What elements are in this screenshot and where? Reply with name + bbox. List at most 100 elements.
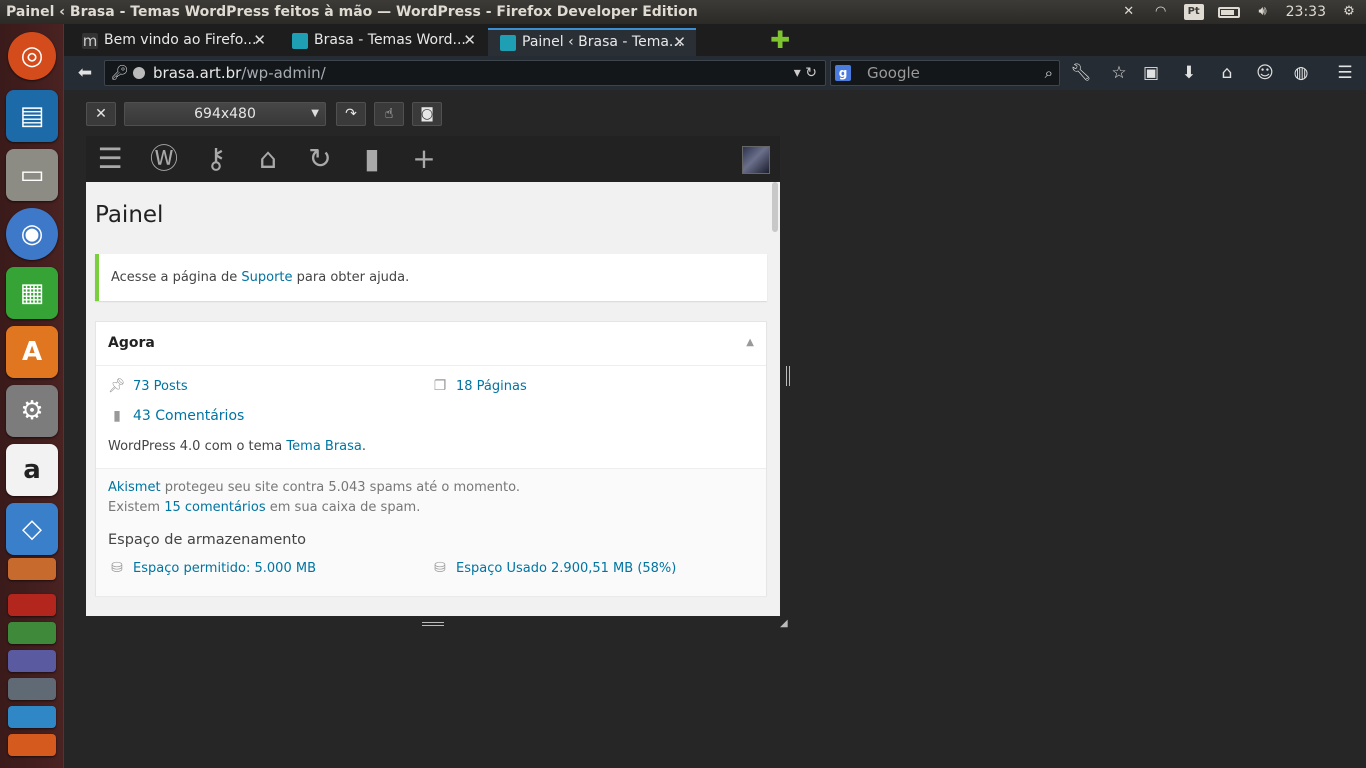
wrench-icon[interactable]: 🔧︎ (1070, 62, 1092, 84)
resize-handle-bottom[interactable] (422, 622, 444, 626)
chromium-icon[interactable]: ◉ (6, 208, 58, 260)
terminal-icon[interactable] (8, 678, 56, 700)
close-responsive-button[interactable]: ✕ (86, 102, 116, 126)
ubuntu-dash-icon[interactable]: ◎ (8, 32, 56, 80)
bookmark-star-icon[interactable]: ☆ (1108, 62, 1130, 84)
gear-icon[interactable]: ⚙ (1340, 4, 1358, 20)
dropbox-icon[interactable]: ◇ (6, 503, 58, 555)
key-icon[interactable]: ⚷ (200, 144, 232, 174)
wordpress-icon[interactable]: Ⓦ (148, 144, 180, 174)
file-manager-icon[interactable]: ▭ (6, 149, 58, 201)
scrollbar[interactable] (772, 182, 778, 232)
pages-icon: ❐ (433, 378, 447, 394)
search-icon[interactable]: ⌕ (1045, 61, 1053, 85)
nav-bar: ⬅ 🔑︎ brasa.art.br/wp-admin/ ▾ ↻ g Google… (64, 56, 1366, 90)
amazon-icon[interactable]: a (6, 444, 58, 496)
keyboard-layout-indicator[interactable]: Pt (1183, 4, 1204, 20)
tab-label: Bem vindo ao Firefo... (104, 32, 257, 48)
wifi-icon[interactable]: ◠ (1152, 4, 1170, 20)
system-settings-icon[interactable]: ⚙ (6, 385, 58, 437)
spam-text: em sua caixa de spam. (265, 500, 421, 515)
google-icon[interactable]: g (835, 65, 851, 81)
launcher: ◎ ▤ ▭ ◉ ▦ A ⚙ a ◇ (0, 24, 64, 768)
url-host: brasa.art.br (153, 64, 242, 82)
tab-label: Brasa - Temas Word... (314, 32, 466, 48)
posts-count-link[interactable]: 📌︎ 73 Posts (108, 378, 188, 394)
volume-icon[interactable]: 🔊︎ (1254, 4, 1272, 20)
theme-link[interactable]: Tema Brasa (286, 439, 361, 454)
filezilla-icon[interactable] (8, 594, 56, 616)
storage-used: Espaço Usado 2.900,51 MB (58%) (456, 561, 677, 576)
responsive-viewport: ☰ Ⓦ ⚷ ⌂ ↻ ▮ + Painel Acesse a página de … (86, 136, 780, 616)
add-new-icon[interactable]: + (408, 144, 440, 174)
size-select[interactable]: 694x480 ▼ (124, 102, 326, 126)
firefox-icon[interactable] (8, 734, 56, 756)
top-panel: Painel ‹ Brasa - Temas WordPress feitos … (0, 0, 1366, 24)
pages-count-link[interactable]: ❐ 18 Páginas (431, 378, 527, 394)
screenshot-button[interactable]: ◙ (412, 102, 442, 126)
posts-count: 73 Posts (133, 379, 188, 394)
resize-handle-corner[interactable]: ◢ (780, 618, 788, 629)
app-icon[interactable] (8, 706, 56, 728)
spam-comments-link[interactable]: 15 comentários (164, 500, 265, 515)
close-icon[interactable]: ✕ (463, 28, 476, 52)
version-text: WordPress 4.0 com o tema (108, 439, 287, 454)
tab-painel[interactable]: Painel ‹ Brasa - Tema... ✕ (488, 28, 696, 56)
wp-admin-bar: ☰ Ⓦ ⚷ ⌂ ↻ ▮ + (86, 136, 780, 182)
search-placeholder: Google (867, 64, 920, 82)
libreoffice-calc-icon[interactable]: ▦ (6, 267, 58, 319)
agora-title: Agora (108, 335, 155, 351)
tab-bem-vindo[interactable]: m Bem vindo ao Firefo... ✕ (70, 28, 276, 56)
resize-handle-right[interactable] (786, 366, 790, 386)
battery-icon[interactable] (1217, 6, 1240, 18)
libreoffice-impress-icon[interactable] (8, 558, 56, 580)
new-tab-icon[interactable]: ✚ (770, 28, 790, 52)
help-notice: Acesse a página de Suporte para obter aj… (95, 254, 767, 301)
menu-icon[interactable]: ☰ (94, 144, 126, 174)
agora-header[interactable]: Agora ▲ (96, 322, 766, 366)
home-icon[interactable]: ⌂ (1216, 62, 1238, 84)
storage-allowed: Espaço permitido: 5.000 MB (133, 561, 316, 576)
dropbox-tray-icon[interactable]: ✕ (1120, 4, 1138, 20)
url-bar[interactable]: 🔑︎ brasa.art.br/wp-admin/ ▾ ↻ (104, 60, 826, 86)
window-title: Painel ‹ Brasa - Temas WordPress feitos … (6, 4, 698, 20)
menu-icon[interactable]: ☰ (1334, 62, 1356, 84)
notice-text: Acesse a página de (111, 270, 242, 285)
reading-list-icon[interactable]: ▣ (1140, 62, 1162, 84)
hello-icon[interactable]: ☺ (1254, 62, 1276, 84)
rotate-button[interactable]: ↷ (336, 102, 366, 126)
comments-count-link[interactable]: ▮ 43 Comentários (108, 408, 244, 424)
libreoffice-writer-icon[interactable]: ▤ (6, 90, 58, 142)
agora-widget: Agora ▲ 📌︎ 73 Posts ❐ 18 Páginas ▮ 43 Comen… (95, 321, 767, 596)
brasa-favicon-icon (500, 35, 516, 51)
storage-allowed-link[interactable]: ⛁ Espaço permitido: 5.000 MB (108, 560, 316, 576)
touch-button[interactable]: ☝ (374, 102, 404, 126)
comments-icon[interactable]: ▮ (356, 144, 388, 174)
search-bar[interactable]: g Google ⌕ (830, 60, 1060, 86)
back-icon[interactable]: ⬅ (74, 62, 96, 84)
software-center-icon[interactable]: A (6, 326, 58, 378)
collapse-toggle-icon[interactable]: ▲ (746, 322, 754, 364)
php-icon[interactable] (8, 650, 56, 672)
reload-icon[interactable]: ▾ ↻ (794, 61, 817, 85)
developer-icon[interactable]: ◍ (1290, 62, 1312, 84)
version-info: WordPress 4.0 com o tema Tema Brasa. (108, 439, 366, 454)
close-icon[interactable]: ✕ (673, 30, 686, 54)
storage-used-link[interactable]: ⛁ Espaço Usado 2.900,51 MB (58%) (431, 560, 676, 576)
updates-icon[interactable]: ↻ (304, 144, 336, 174)
storage-icon: ⛁ (111, 560, 123, 576)
akismet-link[interactable]: Akismet (108, 480, 161, 495)
comment-icon: ▮ (113, 408, 121, 424)
avatar[interactable] (742, 146, 770, 174)
close-icon[interactable]: ✕ (253, 28, 266, 52)
page-title: Painel (95, 202, 164, 228)
download-icon[interactable]: ⬇ (1178, 62, 1200, 84)
tab-brasa[interactable]: Brasa - Temas Word... ✕ (280, 28, 486, 56)
pages-count: 18 Páginas (456, 379, 527, 394)
chevron-down-icon: ▼ (311, 108, 319, 119)
clock[interactable]: 23:33 (1286, 0, 1326, 24)
dvd-icon[interactable] (8, 622, 56, 644)
support-link[interactable]: Suporte (241, 270, 292, 285)
mozilla-icon: m (82, 32, 98, 50)
home-icon[interactable]: ⌂ (252, 144, 284, 174)
